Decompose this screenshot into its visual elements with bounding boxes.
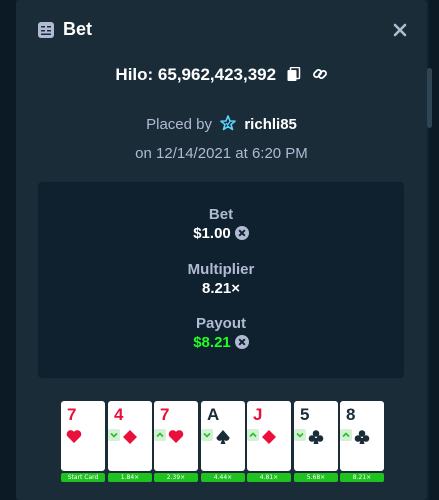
card-rank: 7 [160,405,170,424]
bet-value: $1.00 [193,225,231,242]
card-multiplier-tag: 2.39× [154,473,198,482]
game-id-line: Hilo: 65,962,423,392 [16,65,427,87]
guess-lower-icon [294,429,306,441]
card-multiplier-tag: 4.81× [247,473,291,482]
card-rank: 7 [67,405,77,424]
multiplier-value: 8.21× [202,280,240,297]
copy-icon[interactable] [287,66,301,87]
guess-higher-icon [154,429,166,441]
username-link[interactable]: richli85 [244,116,297,133]
currency-coin-icon [234,226,249,240]
card-rank: J [253,405,263,424]
playing-card: 4 [108,401,152,471]
diamonds-suit-icon [122,429,138,450]
guess-higher-icon [247,429,259,441]
card-rank: 5 [300,405,310,424]
page-backdrop-left [0,0,16,500]
playing-card: 8 [340,401,384,471]
clubs-suit-icon [308,429,324,450]
bet-date: on 12/14/2021 at 6:20 PM [135,145,308,162]
card-multiplier-tag: Start Card [61,473,105,482]
placed-by-label: Placed by [146,116,212,133]
playing-card: 7 [154,401,198,471]
hearts-suit-icon [168,429,184,449]
bet-amount: $1.00 [38,225,404,242]
diamonds-suit-icon [261,429,277,450]
scrollbar-thumb[interactable] [427,68,432,128]
bet-label: Bet [208,206,234,223]
card-multiplier-tag: 8.21× [340,473,384,482]
placed-by-line: Placed by richli85 [16,115,427,135]
spades-suit-icon [215,429,231,450]
guess-lower-icon [201,429,213,441]
playing-card: A [201,401,245,471]
modal-title: Bet [63,19,93,39]
hearts-suit-icon [66,429,82,449]
modal-header: Bet [16,0,427,62]
card-multiplier-tag: 4.44× [201,473,245,482]
playing-card: 5 [294,401,338,471]
playing-card: 7 [61,401,105,471]
card-multiplier-tag: 1.84× [108,473,152,482]
receipt-icon [38,22,54,38]
guess-higher-icon [340,429,352,441]
card-rank: 4 [114,405,124,424]
game-title: Hilo: 65,962,423,392 [115,65,277,84]
currency-coin-icon [234,335,249,349]
link-icon[interactable] [312,66,328,87]
multiplier-label: Multiplier [187,261,255,278]
payout-label: Payout [195,315,246,332]
card-multiplier-tag: 5.68× [294,473,338,482]
guess-lower-icon [108,429,120,441]
close-icon [393,23,407,37]
bet-modal: Bet Hilo: 65,962,423,392 Placed by richl… [16,0,427,500]
card-rank: A [207,405,220,424]
bet-stats-box: Bet $1.00 Multiplier 8.21× Payout $8.21 [38,182,404,378]
vip-star-icon [220,115,236,135]
card-rank: 8 [346,405,356,424]
cards-history: 7 Start Card 4 1.84× 7 2.39× A 4.44× J 4.81× 5 5.68… [61,401,401,483]
playing-card: J [247,401,291,471]
payout-value: $8.21 [193,334,231,351]
close-button[interactable] [388,18,412,42]
clubs-suit-icon [354,429,370,450]
payout-amount: $8.21 [38,334,404,351]
